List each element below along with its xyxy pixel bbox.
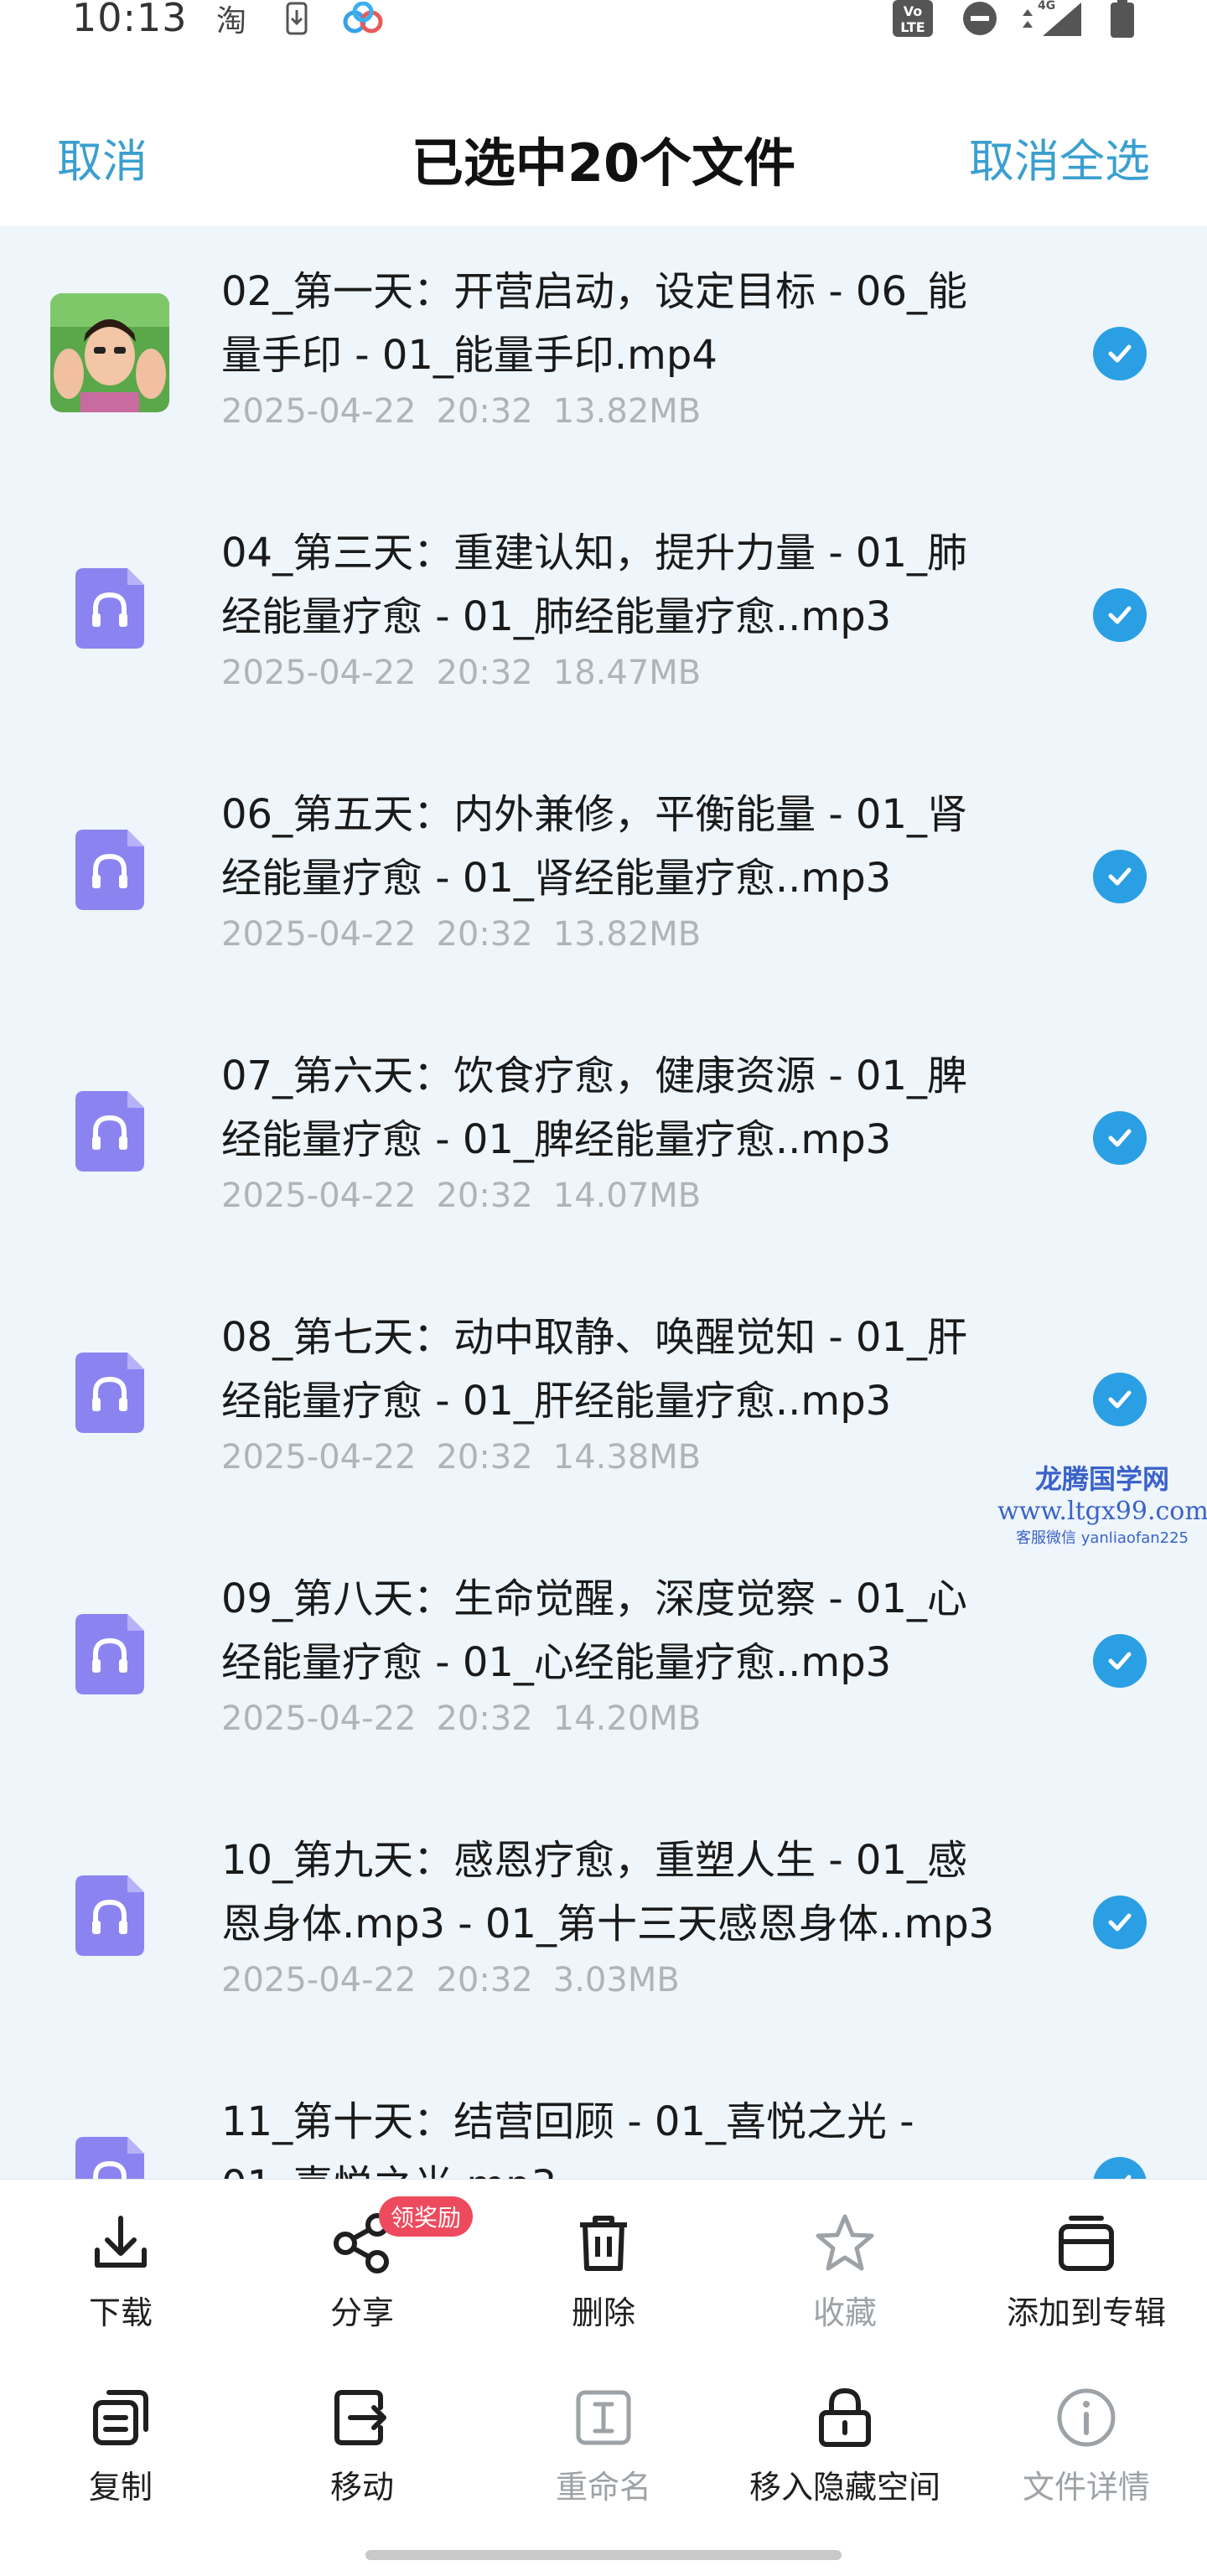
delete-label: 删除 (571, 2294, 635, 2331)
file-meta: 2025-04-22 20:32 14.20MB (221, 1699, 702, 1738)
selection-header: 取消 已选中20个文件 取消全选 (0, 84, 1207, 226)
do-not-disturb-icon (961, 2, 999, 35)
taobao-app-icon: 淘 (215, 4, 246, 39)
video-thumbnail (50, 293, 169, 412)
rename-icon (576, 2390, 631, 2445)
download-icon (95, 2216, 147, 2268)
file-row[interactable]: 06_第五天：内外兼修，平衡能量 - 01_肾 经能量疗愈 - 01_肾经能量疗… (0, 749, 1207, 1011)
move-label: 移动 (329, 2469, 394, 2506)
favorite-button[interactable]: 收藏 (724, 2180, 966, 2347)
copy-button[interactable]: 复制 (0, 2354, 241, 2522)
album-icon (1059, 2216, 1114, 2271)
file-name: 09_第八天：生命觉醒，深度觉察 - 01_心 经能量疗愈 - 01_心经能量疗… (221, 1575, 967, 1686)
file-meta: 2025-04-22 20:32 3.03MB (221, 1961, 680, 1999)
file-name: 07_第六天：饮食疗愈，健康资源 - 01_脾 经能量疗愈 - 01_脾经能量疗… (221, 1053, 967, 1163)
file-name: 08_第七天：动中取静、唤醒觉知 - 01_肝 经能量疗愈 - 01_肝经能量疗… (221, 1314, 967, 1425)
file-list: 02_第一天：开营启动，设定目标 - 06_能 量手印 - 01_能量手印.mp… (0, 226, 1207, 2179)
file-meta: 2025-04-22 20:32 13.82MB (221, 392, 702, 431)
favorite-label: 收藏 (812, 2294, 877, 2331)
move-to-hidden-space-label: 移入隐藏空间 (749, 2469, 940, 2506)
lock-icon (819, 2387, 871, 2447)
star-icon (816, 2214, 874, 2271)
file-row[interactable]: 04_第三天：重建认知，提升力量 - 01_肺 经能量疗愈 - 01_肺经能量疗… (0, 488, 1207, 749)
move-to-hidden-space-button[interactable]: 移入隐藏空间 (724, 2354, 966, 2522)
trash-icon (580, 2216, 627, 2271)
audio-file-icon (75, 1091, 144, 1172)
status-time: 10:13 (72, 0, 188, 40)
audio-file-icon (75, 1875, 144, 1956)
move-icon (334, 2390, 386, 2445)
file-meta: 2025-04-22 20:32 14.07MB (221, 1177, 702, 1215)
audio-file-icon (75, 1614, 144, 1694)
selected-check-icon[interactable] (1093, 327, 1147, 380)
battery-icon (1105, 0, 1140, 38)
svg-text:Vo: Vo (904, 3, 923, 19)
file-details-label: 文件详情 (1022, 2469, 1150, 2506)
rename-button[interactable]: 重命名 (483, 2354, 724, 2522)
baidu-cloud-icon (337, 2, 389, 35)
status-bar: 10:13 淘 Vo LTE 4G (0, 0, 1207, 50)
file-row[interactable]: 07_第六天：饮食疗愈，健康资源 - 01_脾 经能量疗愈 - 01_脾经能量疗… (0, 1011, 1207, 1272)
svg-text:4G: 4G (1038, 0, 1055, 13)
file-meta: 2025-04-22 20:32 18.47MB (221, 654, 702, 692)
home-indicator[interactable] (365, 2550, 842, 2560)
file-name: 02_第一天：开营启动，设定目标 - 06_能 量手印 - 01_能量手印.mp… (221, 268, 967, 379)
signal-4g-icon: 4G (1019, 0, 1086, 36)
audio-file-icon (75, 1353, 144, 1433)
audio-file-icon (75, 830, 144, 910)
bottom-action-toolbar: 下载 领奖励 分享 删除 收藏 添加到专辑 复制 移动 重命名 移入隐藏空间 文… (0, 2179, 1207, 2576)
volte-icon: Vo LTE (890, 0, 935, 37)
file-name: 11_第十天：结营回顾 - 01_喜悦之光 - 01_喜悦之光.mp3 (221, 2098, 914, 2179)
copy-label: 复制 (88, 2469, 153, 2506)
svg-text:LTE: LTE (900, 19, 925, 35)
selected-check-icon[interactable] (1093, 2157, 1147, 2179)
file-meta: 2025-04-22 20:32 14.38MB (221, 1438, 702, 1477)
delete-button[interactable]: 删除 (483, 2180, 724, 2347)
file-row[interactable]: 10_第九天：感恩疗愈，重塑人生 - 01_感 恩身体.mp3 - 01_第十三… (0, 1795, 1207, 2056)
audio-file-icon (75, 2137, 144, 2179)
file-name: 06_第五天：内外兼修，平衡能量 - 01_肾 经能量疗愈 - 01_肾经能量疗… (221, 791, 967, 902)
add-to-album-button[interactable]: 添加到专辑 (966, 2180, 1207, 2347)
selected-check-icon[interactable] (1093, 588, 1147, 642)
audio-file-icon (75, 568, 144, 649)
file-row[interactable]: 11_第十天：结营回顾 - 01_喜悦之光 - 01_喜悦之光.mp3 (0, 2056, 1207, 2179)
selected-check-icon[interactable] (1093, 1111, 1147, 1165)
download-status-icon (282, 2, 312, 35)
deselect-all-button[interactable]: 取消全选 (969, 124, 1150, 190)
file-name: 10_第九天：感恩疗愈，重塑人生 - 01_感 恩身体.mp3 - 01_第十三… (221, 1837, 995, 1948)
download-button[interactable]: 下载 (0, 2180, 241, 2347)
file-details-button[interactable]: 文件详情 (966, 2354, 1207, 2522)
file-meta: 2025-04-22 20:32 13.82MB (221, 915, 702, 954)
watermark: 龙腾国学网 www.ltgx99.com 客服微信 yanliaofan225 (997, 1463, 1207, 1547)
copy-icon (93, 2390, 148, 2445)
selected-check-icon[interactable] (1093, 850, 1147, 903)
file-row[interactable]: 09_第八天：生命觉醒，深度觉察 - 01_心 经能量疗愈 - 01_心经能量疗… (0, 1534, 1207, 1795)
share-label: 分享 (329, 2294, 394, 2331)
info-icon (1057, 2388, 1116, 2447)
file-row[interactable]: 02_第一天：开营启动，设定目标 - 06_能 量手印 - 01_能量手印.mp… (0, 226, 1207, 488)
selected-check-icon[interactable] (1093, 1634, 1147, 1688)
selected-check-icon[interactable] (1093, 1896, 1147, 1949)
move-button[interactable]: 移动 (241, 2354, 483, 2522)
download-label: 下载 (88, 2294, 153, 2331)
share-button[interactable]: 领奖励 分享 (241, 2180, 483, 2347)
add-to-album-label: 添加到专辑 (1006, 2294, 1166, 2331)
selected-check-icon[interactable] (1093, 1373, 1147, 1426)
file-name: 04_第三天：重建认知，提升力量 - 01_肺 经能量疗愈 - 01_肺经能量疗… (221, 530, 967, 640)
rename-label: 重命名 (555, 2469, 651, 2506)
reward-badge: 领奖励 (379, 2196, 474, 2237)
